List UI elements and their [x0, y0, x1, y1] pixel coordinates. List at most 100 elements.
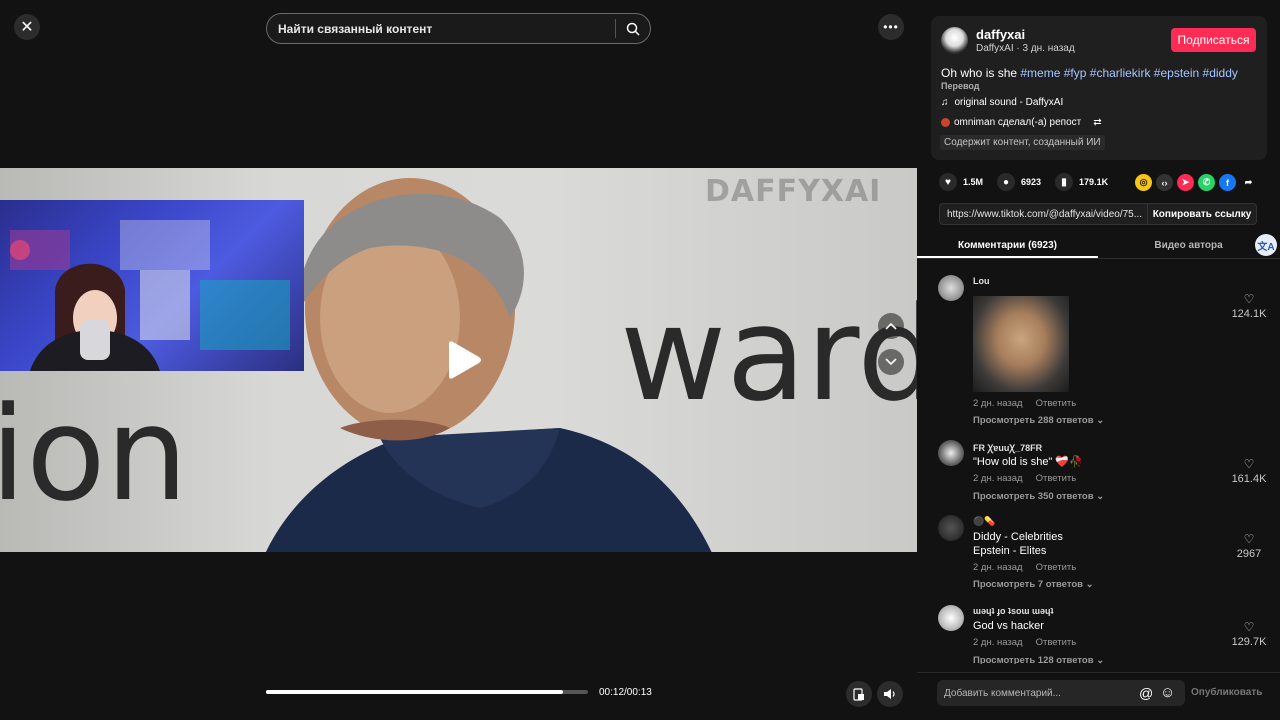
- list-item: ⚫💊 Diddy - Celebrities Epstein - Elites …: [917, 508, 1280, 598]
- tab-creator-videos[interactable]: Видео автора: [1098, 233, 1279, 258]
- comment-like-button[interactable]: ♡ 2967: [1229, 532, 1269, 560]
- comment-text: God vs hacker: [973, 620, 1044, 632]
- comment-username[interactable]: Lou: [973, 276, 990, 286]
- floating-player-button[interactable]: [846, 681, 872, 707]
- embed-icon[interactable]: ‹›: [1156, 174, 1173, 191]
- comment-composer: @ ☺ Опубликовать: [917, 672, 1280, 720]
- list-item: ɯǝɥʇ ɟo ʇsoɯ ɯǝɥʇ God vs hacker 2 дн. на…: [917, 598, 1280, 664]
- save-button[interactable]: ▮ 179.1K: [1055, 173, 1108, 191]
- like-count: 1.5M: [963, 177, 984, 187]
- repost-avatar-icon: [941, 118, 950, 127]
- view-replies-button[interactable]: Просмотреть 128 ответов ⌄: [973, 655, 1104, 664]
- video-frame[interactable]: ion ward DAFFYXAI: [0, 168, 917, 552]
- follow-button[interactable]: Подписаться: [1171, 28, 1256, 52]
- repost-text: omniman сделал(-а) репост: [954, 117, 1082, 128]
- progress-bar[interactable]: [266, 690, 588, 694]
- search-button[interactable]: [616, 14, 650, 43]
- comment-like-button[interactable]: ♡ 124.1K: [1229, 292, 1269, 320]
- avatar[interactable]: [938, 515, 964, 541]
- comment-time: 2 дн. назад: [973, 473, 1023, 484]
- author-meta: DaffyxAI · 3 дн. назад: [976, 43, 1075, 54]
- list-item: Lou 2 дн. назад Ответить Просмотреть 288…: [917, 268, 1280, 433]
- comment-time: 2 дн. назад: [973, 562, 1023, 573]
- playback-time: 00:12/00:13: [599, 687, 652, 698]
- view-replies-button[interactable]: Просмотреть 7 ответов ⌄: [973, 579, 1094, 590]
- comment-meta: 2 дн. назад Ответить: [973, 637, 1076, 648]
- chevron-down-icon: [885, 358, 897, 366]
- comment-image[interactable]: [973, 296, 1069, 392]
- whatsapp-icon[interactable]: ✆: [1198, 174, 1215, 191]
- description-text: Oh who is she: [941, 66, 1021, 80]
- avatar[interactable]: [941, 27, 968, 54]
- watermark: DAFFYXAI: [705, 174, 882, 209]
- bookmark-icon: ▮: [1055, 173, 1074, 191]
- play-icon[interactable]: [443, 340, 483, 380]
- share-link-row: https://www.tiktok.com/@daffyxai/video/7…: [939, 203, 1257, 225]
- facebook-icon[interactable]: f: [1219, 174, 1236, 191]
- view-replies-button[interactable]: Просмотреть 288 ответов ⌄: [973, 415, 1104, 426]
- reply-button[interactable]: Ответить: [1036, 473, 1077, 484]
- send-icon[interactable]: ➤: [1177, 174, 1194, 191]
- mention-icon[interactable]: @: [1139, 685, 1153, 701]
- author-card: daffyxai DaffyxAI · 3 дн. назад Подписат…: [931, 16, 1267, 160]
- comment-button[interactable]: ● 6923: [997, 173, 1041, 191]
- reply-button[interactable]: Ответить: [1036, 637, 1077, 648]
- hashtag[interactable]: #charliekirk: [1090, 66, 1151, 80]
- comment-like-button[interactable]: ♡ 129.7K: [1229, 620, 1269, 648]
- search-icon: [626, 22, 640, 36]
- comment-username[interactable]: FR ꞳɐuuꞳ_78FR: [973, 441, 1042, 454]
- coin-icon[interactable]: ◎: [1135, 174, 1152, 191]
- comment-username[interactable]: ⚫💊: [973, 516, 995, 527]
- share-url[interactable]: https://www.tiktok.com/@daffyxai/video/7…: [940, 209, 1147, 220]
- volume-button[interactable]: [877, 681, 903, 707]
- tab-comments[interactable]: Комментарии (6923): [917, 233, 1098, 258]
- share-icon[interactable]: ➦: [1240, 174, 1257, 191]
- comment-like-count: 124.1K: [1231, 308, 1267, 320]
- comment-meta: 2 дн. назад Ответить: [973, 473, 1076, 484]
- hashtag[interactable]: #fyp: [1064, 66, 1087, 80]
- close-button[interactable]: ✕: [14, 14, 40, 40]
- sound-link[interactable]: ♫ original sound - DaffyxAI: [941, 97, 1063, 108]
- next-video-button[interactable]: [878, 349, 904, 375]
- hashtag[interactable]: #diddy: [1203, 66, 1238, 80]
- comment-time: 2 дн. назад: [973, 637, 1023, 648]
- more-options-button[interactable]: •••: [878, 14, 904, 40]
- pip-icon: [853, 687, 864, 701]
- avatar[interactable]: [938, 275, 964, 301]
- search-input[interactable]: [267, 14, 615, 43]
- reply-button[interactable]: Ответить: [1036, 398, 1077, 409]
- author-username[interactable]: daffyxai: [976, 27, 1025, 42]
- avatar[interactable]: [938, 605, 964, 631]
- heart-outline-icon: ♡: [1243, 457, 1255, 471]
- post-comment-button[interactable]: Опубликовать: [1191, 687, 1262, 698]
- comment-time: 2 дн. назад: [973, 398, 1023, 409]
- repost-icon: ⇄: [1093, 117, 1102, 128]
- translate-link[interactable]: Перевод: [941, 81, 979, 91]
- like-button[interactable]: ♥ 1.5M: [939, 173, 983, 191]
- heart-outline-icon: ♡: [1243, 620, 1255, 634]
- hashtag[interactable]: #epstein: [1154, 66, 1199, 80]
- copy-link-button[interactable]: Копировать ссылку: [1147, 204, 1256, 224]
- list-item: FR ꞳɐuuꞳ_78FR "How old is she" ❤️‍🩹🥀 2 д…: [917, 433, 1280, 508]
- music-note-icon: ♫: [941, 97, 949, 108]
- reply-button[interactable]: Ответить: [1036, 562, 1077, 573]
- streamer-figure: [10, 220, 290, 371]
- video-subject-figure: [265, 178, 712, 552]
- comment-like-button[interactable]: ♡ 161.4K: [1229, 457, 1269, 485]
- hashtag[interactable]: #meme: [1020, 66, 1060, 80]
- engagement-bar: ♥ 1.5M ● 6923 ▮ 179.1K: [939, 172, 1122, 192]
- comment-like-count: 161.4K: [1231, 473, 1267, 485]
- comment-icon: ●: [997, 173, 1016, 191]
- sound-title: original sound - DaffyxAI: [954, 97, 1064, 108]
- comment-username[interactable]: ɯǝɥʇ ɟo ʇsoɯ ɯǝɥʇ: [973, 606, 1054, 616]
- avatar[interactable]: [938, 440, 964, 466]
- comment-meta: 2 дн. назад Ответить: [973, 562, 1076, 573]
- details-panel: daffyxai DaffyxAI · 3 дн. назад Подписат…: [917, 0, 1280, 720]
- share-icons: ◎ ‹› ➤ ✆ f ➦: [1135, 174, 1257, 191]
- comment-like-count: 2967: [1236, 548, 1262, 560]
- view-replies-button[interactable]: Просмотреть 350 ответов ⌄: [973, 491, 1104, 502]
- previous-video-button[interactable]: [878, 313, 904, 339]
- emoji-icon[interactable]: ☺: [1160, 684, 1175, 701]
- volume-icon: [884, 689, 895, 699]
- comment-count: 6923: [1021, 177, 1042, 187]
